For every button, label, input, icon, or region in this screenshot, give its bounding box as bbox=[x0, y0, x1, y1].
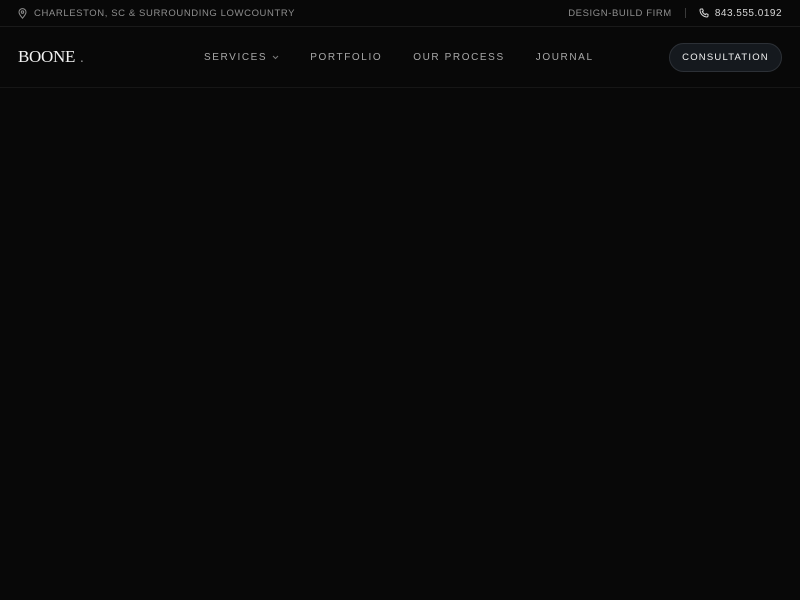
divider bbox=[684, 8, 686, 18]
phone-link[interactable]: 843.555.0192 bbox=[699, 8, 782, 19]
nav-item-label: OUR PROCESS bbox=[413, 52, 505, 63]
nav-item-our-process[interactable]: OUR PROCESS bbox=[413, 52, 505, 63]
location-text: CHARLESTON, SC & SURROUNDING LOWCOUNTRY bbox=[34, 7, 296, 19]
firm-type-label: DESIGN-BUILD FIRM bbox=[568, 7, 672, 19]
nav-item-label: JOURNAL bbox=[535, 52, 594, 63]
nav-item-label: SERVICES bbox=[204, 52, 268, 63]
logo-dot: . bbox=[80, 51, 84, 66]
nav-item-journal[interactable]: JOURNAL bbox=[536, 52, 594, 63]
consultation-button[interactable]: CONSULTATION bbox=[669, 43, 782, 72]
location-info: CHARLESTON, SC & SURROUNDING LOWCOUNTRY bbox=[18, 8, 295, 19]
top-info-bar: CHARLESTON, SC & SURROUNDING LOWCOUNTRY … bbox=[0, 0, 800, 27]
logo-text: BOONE bbox=[18, 47, 76, 66]
chevron-down-icon bbox=[272, 55, 279, 60]
phone-number: 843.555.0192 bbox=[714, 7, 782, 19]
contact-info: DESIGN-BUILD FIRM 843.555.0192 bbox=[568, 8, 782, 19]
map-pin-icon bbox=[18, 7, 27, 19]
nav-item-portfolio[interactable]: PORTFOLIO bbox=[310, 52, 382, 63]
main-header: BOONE . SERVICES PORTFOLIO OUR PROCESS J… bbox=[0, 27, 800, 88]
main-nav: SERVICES PORTFOLIO OUR PROCESS JOURNAL bbox=[204, 52, 594, 63]
nav-item-services[interactable]: SERVICES bbox=[204, 52, 279, 63]
logo[interactable]: BOONE . bbox=[18, 47, 84, 67]
nav-item-label: PORTFOLIO bbox=[310, 52, 383, 63]
hero-section bbox=[0, 89, 800, 600]
phone-icon bbox=[699, 8, 709, 18]
